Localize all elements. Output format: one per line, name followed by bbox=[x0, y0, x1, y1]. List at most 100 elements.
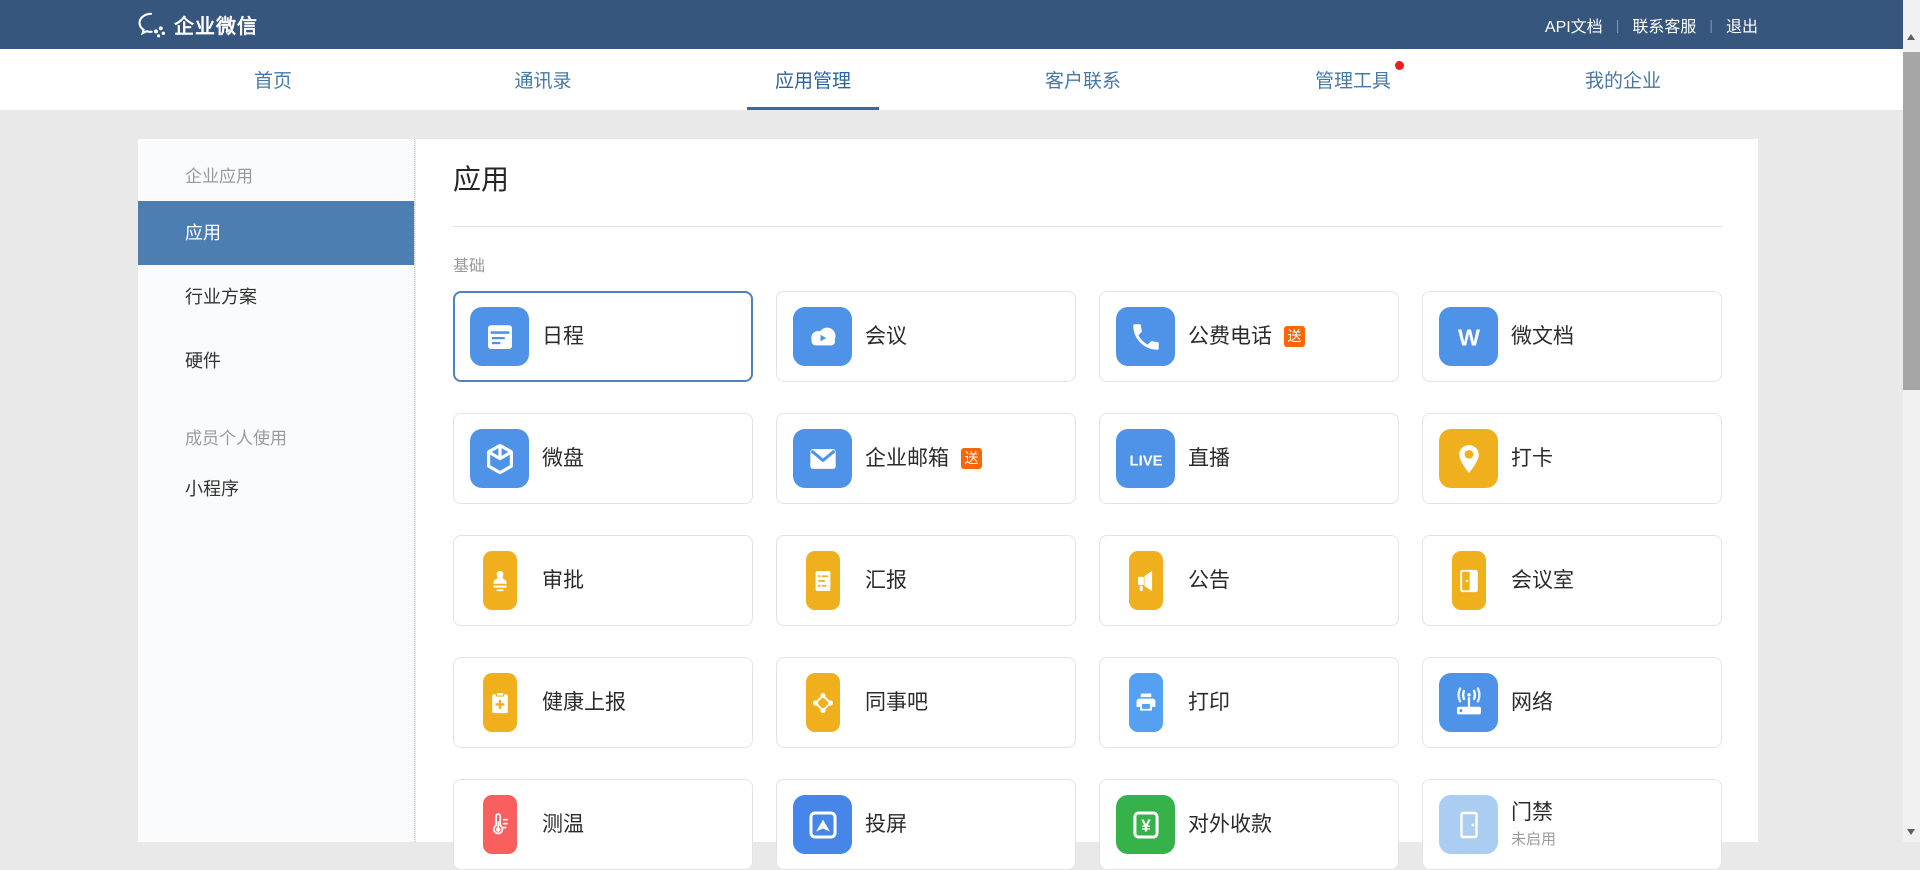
sidebar: 企业应用应用行业方案硬件成员个人使用小程序 bbox=[138, 139, 415, 842]
page-title: 应用 bbox=[453, 139, 1722, 199]
app-card-直播[interactable]: LIVE 直播 bbox=[1099, 413, 1399, 504]
app-icon-slot bbox=[470, 307, 529, 366]
app-name: 健康上报 bbox=[542, 690, 626, 716]
nav-tab-2[interactable]: 应用管理 bbox=[678, 49, 948, 110]
phone-icon bbox=[1116, 307, 1175, 366]
w-letter-icon: W bbox=[1439, 307, 1498, 366]
app-text: 公费电话送 bbox=[1188, 324, 1305, 350]
drive-cube-icon bbox=[470, 429, 529, 488]
meeting-cloud-icon bbox=[793, 307, 852, 366]
app-icon-slot: ¥ bbox=[1116, 795, 1175, 854]
app-card-打印[interactable]: 打印 bbox=[1099, 657, 1399, 748]
nav-tab-0[interactable]: 首页 bbox=[138, 49, 408, 110]
screen-cast-icon bbox=[793, 795, 852, 854]
app-text: 汇报 bbox=[865, 568, 907, 594]
app-name: 会议 bbox=[865, 324, 907, 350]
app-card-同事吧[interactable]: 同事吧 bbox=[776, 657, 1076, 748]
nav-tab-label: 我的企业 bbox=[1585, 66, 1661, 93]
app-name: 微文档 bbox=[1511, 324, 1574, 350]
vertical-scrollbar[interactable] bbox=[1903, 0, 1920, 842]
scrollbar-thumb[interactable] bbox=[1903, 52, 1920, 390]
app-icon-slot bbox=[793, 795, 852, 854]
app-card-健康上报[interactable]: 健康上报 bbox=[453, 657, 753, 748]
app-card-汇报[interactable]: 汇报 bbox=[776, 535, 1076, 626]
notification-red-dot bbox=[1395, 61, 1404, 70]
active-tab-underline bbox=[747, 107, 879, 110]
svg-text:LIVE: LIVE bbox=[1129, 453, 1162, 469]
top-link-separator: | bbox=[1616, 17, 1620, 33]
app-name: 直播 bbox=[1188, 446, 1230, 472]
app-icon-slot bbox=[470, 429, 529, 488]
app-icon-slot bbox=[1116, 551, 1175, 610]
app-text: 会议室 bbox=[1511, 568, 1574, 594]
app-icon-slot: LIVE bbox=[1116, 429, 1175, 488]
app-card-门禁[interactable]: 门禁未启用 bbox=[1422, 779, 1722, 870]
top-link-1[interactable]: 联系客服 bbox=[1632, 13, 1696, 37]
app-name: 投屏 bbox=[865, 812, 907, 838]
app-name: 公告 bbox=[1188, 568, 1230, 594]
top-link-0[interactable]: API文档 bbox=[1545, 13, 1603, 37]
app-text: 打印 bbox=[1188, 690, 1230, 716]
nav-tab-3[interactable]: 客户联系 bbox=[948, 49, 1218, 110]
app-card-企业邮箱[interactable]: 企业邮箱送 bbox=[776, 413, 1076, 504]
app-text: 投屏 bbox=[865, 812, 907, 838]
door-access-icon bbox=[1439, 795, 1498, 854]
app-card-对外收款[interactable]: ¥ 对外收款 bbox=[1099, 779, 1399, 870]
app-card-测温[interactable]: 测温 bbox=[453, 779, 753, 870]
app-card-公告[interactable]: 公告 bbox=[1099, 535, 1399, 626]
app-card-微盘[interactable]: 微盘 bbox=[453, 413, 753, 504]
app-card-打卡[interactable]: 打卡 bbox=[1422, 413, 1722, 504]
primary-nav: 首页 通讯录 应用管理 客户联系 管理工具 我的企业 bbox=[0, 49, 1903, 110]
compass-diamond-icon bbox=[806, 673, 840, 732]
app-text: 会议 bbox=[865, 324, 907, 350]
nav-tab-5[interactable]: 我的企业 bbox=[1488, 49, 1758, 110]
top-link-2[interactable]: 退出 bbox=[1726, 13, 1758, 37]
app-card-网络[interactable]: 网络 bbox=[1422, 657, 1722, 748]
nav-tab-label: 首页 bbox=[254, 66, 292, 93]
app-card-日程[interactable]: 日程 bbox=[453, 291, 753, 382]
app-icon-slot bbox=[470, 673, 529, 732]
app-icon-slot bbox=[1439, 429, 1498, 488]
sidebar-item-应用[interactable]: 应用 bbox=[138, 201, 414, 265]
app-card-公费电话[interactable]: 公费电话送 bbox=[1099, 291, 1399, 382]
sidebar-item-硬件[interactable]: 硬件 bbox=[138, 329, 414, 393]
app-text: 对外收款 bbox=[1188, 812, 1272, 838]
svg-text:¥: ¥ bbox=[1141, 815, 1151, 835]
nav-tab-1[interactable]: 通讯录 bbox=[408, 49, 678, 110]
svg-text:W: W bbox=[1457, 324, 1479, 350]
nav-tab-label: 通讯录 bbox=[514, 66, 571, 93]
app-name: 网络 bbox=[1511, 690, 1553, 716]
door-open-icon bbox=[1452, 551, 1486, 610]
app-icon-slot bbox=[1116, 307, 1175, 366]
app-icon-slot bbox=[1439, 551, 1498, 610]
sidebar-item-小程序[interactable]: 小程序 bbox=[138, 461, 414, 517]
app-name: 同事吧 bbox=[865, 690, 928, 716]
app-icon-slot bbox=[793, 551, 852, 610]
sidebar-item-行业方案[interactable]: 行业方案 bbox=[138, 265, 414, 329]
nav-tab-label: 管理工具 bbox=[1315, 66, 1391, 93]
scroll-up-arrow-icon[interactable] bbox=[1903, 28, 1920, 45]
printer-icon bbox=[1129, 673, 1163, 732]
top-bar: 企业微信 API文档|联系客服|退出 bbox=[0, 0, 1903, 49]
app-card-投屏[interactable]: 投屏 bbox=[776, 779, 1076, 870]
app-name: 审批 bbox=[542, 568, 584, 594]
app-name: 对外收款 bbox=[1188, 812, 1272, 838]
app-card-微文档[interactable]: W 微文档 bbox=[1422, 291, 1722, 382]
app-text: 直播 bbox=[1188, 446, 1230, 472]
nav-tab-4[interactable]: 管理工具 bbox=[1218, 49, 1488, 110]
scroll-down-arrow-icon[interactable] bbox=[1903, 823, 1920, 840]
app-name: 会议室 bbox=[1511, 568, 1574, 594]
brand-logo[interactable]: 企业微信 bbox=[138, 10, 258, 39]
app-icon-slot bbox=[470, 551, 529, 610]
app-name: 测温 bbox=[542, 812, 584, 838]
app-text: 企业邮箱送 bbox=[865, 446, 982, 472]
router-wifi-icon bbox=[1439, 673, 1498, 732]
app-text: 打卡 bbox=[1511, 446, 1553, 472]
health-clipboard-icon bbox=[483, 673, 517, 732]
app-card-会议[interactable]: 会议 bbox=[776, 291, 1076, 382]
app-card-会议室[interactable]: 会议室 bbox=[1422, 535, 1722, 626]
app-icon-slot bbox=[793, 673, 852, 732]
nav-tab-label: 应用管理 bbox=[775, 66, 851, 93]
app-card-审批[interactable]: 审批 bbox=[453, 535, 753, 626]
megaphone-icon bbox=[1129, 551, 1163, 610]
